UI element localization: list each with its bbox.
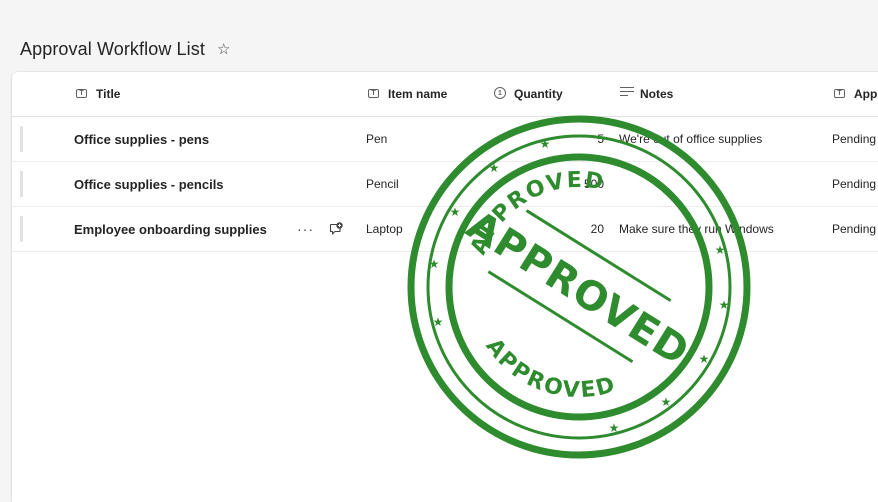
column-header-label: Appr <box>854 87 878 101</box>
text-field-icon: T <box>76 87 90 101</box>
row-approval-status: Pending <box>832 222 877 236</box>
row-more-button[interactable]: ··· <box>297 207 314 251</box>
row-notes: We're out of office supplies <box>619 132 763 146</box>
row-approval-status: Pending <box>832 177 877 191</box>
column-header-label: Title <box>96 87 121 101</box>
row-approval-status: Pending <box>832 132 877 146</box>
more-horizontal-icon[interactable]: ··· <box>297 221 314 237</box>
row-quantity: 500 <box>583 177 604 191</box>
column-header-approval[interactable]: T Appr <box>834 72 878 116</box>
table-row[interactable]: Office supplies - pencils Pencil 500 Pen… <box>12 162 878 207</box>
row-item-name: Laptop <box>366 222 403 236</box>
column-header-label: Item name <box>388 87 448 101</box>
list-panel: T Title T Item name 1 Quantity Notes T A… <box>12 72 878 502</box>
row-select-handle[interactable] <box>20 126 23 152</box>
column-header-item-name[interactable]: T Item name <box>368 72 447 116</box>
comment-add-icon[interactable] <box>328 221 344 237</box>
table-row[interactable]: Employee onboarding supplies ··· Laptop … <box>12 207 878 252</box>
column-header-row: T Title T Item name 1 Quantity Notes T A… <box>12 72 878 117</box>
row-quantity: 20 <box>590 222 604 236</box>
row-notes: Make sure they run Windows <box>619 222 774 236</box>
row-quantity: 5 <box>597 132 604 146</box>
favorite-star-icon[interactable]: ☆ <box>217 40 230 58</box>
row-title[interactable]: Office supplies - pencils <box>74 162 224 206</box>
row-select-handle[interactable] <box>20 171 23 197</box>
row-item-name: Pencil <box>366 177 399 191</box>
page-header: Approval Workflow List ☆ <box>20 36 230 62</box>
number-field-icon: 1 <box>494 87 508 101</box>
page-title: Approval Workflow List <box>20 38 205 59</box>
row-comment-button[interactable] <box>328 207 344 251</box>
text-field-icon: T <box>368 87 382 101</box>
column-header-label: Notes <box>640 87 674 101</box>
row-title[interactable]: Employee onboarding supplies <box>74 207 267 251</box>
multiline-text-icon <box>620 87 634 101</box>
table-row[interactable]: Office supplies - pens Pen 5 We're out o… <box>12 117 878 162</box>
column-header-title[interactable]: T Title <box>76 72 120 116</box>
column-header-notes[interactable]: Notes <box>620 72 673 116</box>
text-field-icon: T <box>834 87 848 101</box>
column-header-quantity[interactable]: 1 Quantity <box>494 72 563 116</box>
row-select-handle[interactable] <box>20 216 23 242</box>
row-title[interactable]: Office supplies - pens <box>74 117 209 161</box>
column-header-label: Quantity <box>514 87 563 101</box>
row-item-name: Pen <box>366 132 388 146</box>
